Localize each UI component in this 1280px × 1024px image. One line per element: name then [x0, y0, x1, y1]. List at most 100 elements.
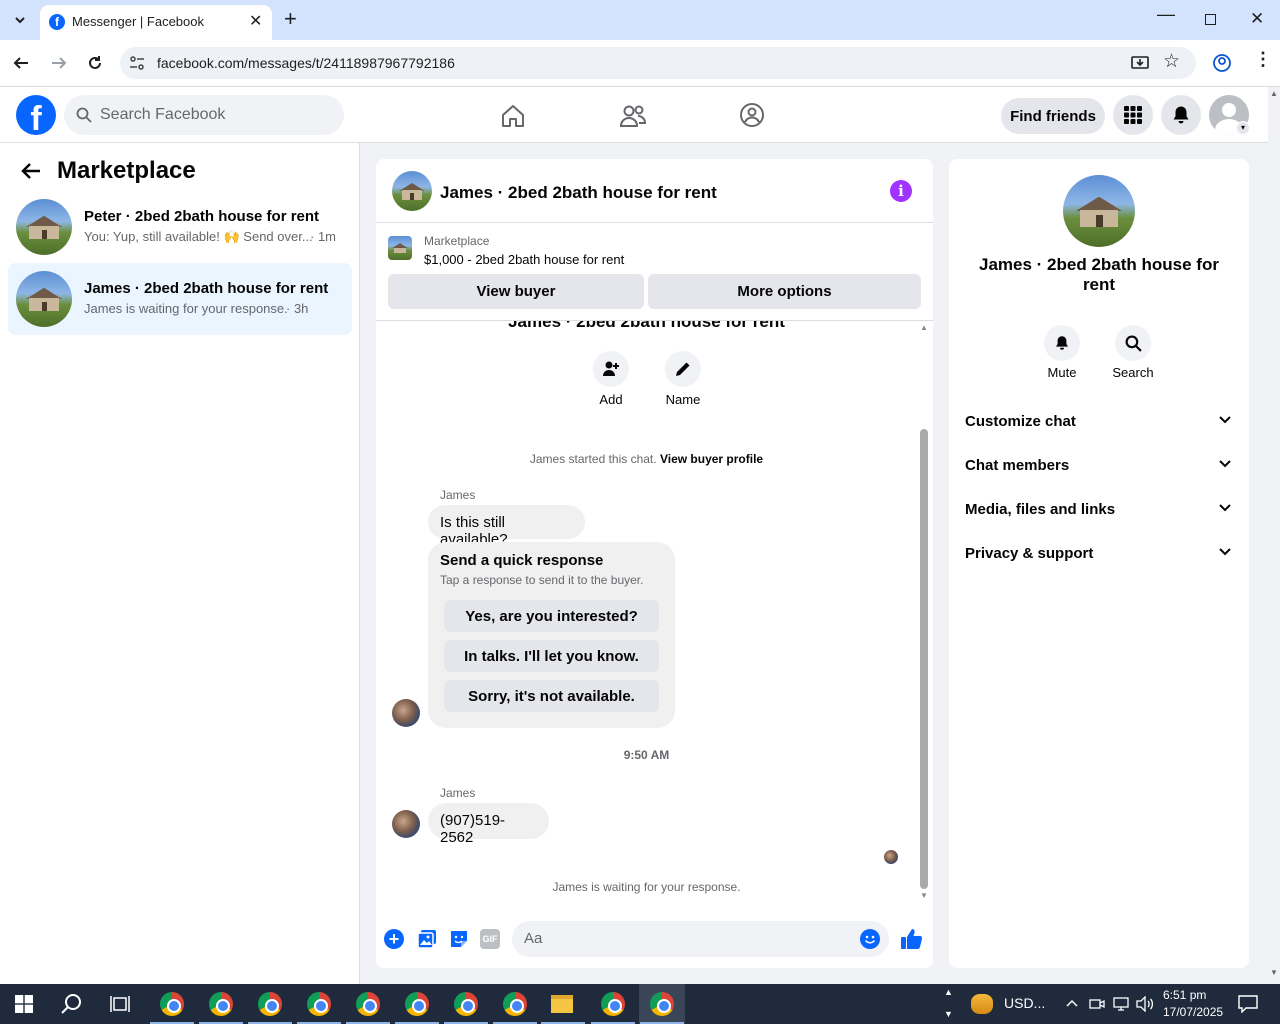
bookmark-star-icon[interactable]: ☆: [1163, 50, 1180, 73]
scrollbar-thumb[interactable]: [920, 429, 928, 889]
notifications-button[interactable]: [1161, 95, 1201, 135]
scroll-up-icon[interactable]: ▲: [920, 323, 928, 332]
windows-start-icon[interactable]: [15, 995, 33, 1013]
message-bubble[interactable]: Is this still available?: [428, 505, 585, 548]
chat-title[interactable]: James · 2bed 2bath house for rent: [440, 183, 717, 203]
taskbar-scroll-down-icon[interactable]: ▼: [944, 1009, 953, 1019]
forward-arrow-icon[interactable]: [50, 54, 68, 72]
chat-avatar[interactable]: [392, 171, 432, 211]
section-customize-chat[interactable]: Customize chat: [965, 407, 1233, 435]
account-chevron-icon[interactable]: ▾: [1236, 121, 1250, 135]
details-avatar[interactable]: [1063, 175, 1135, 247]
task-view-icon[interactable]: [110, 995, 130, 1013]
photo-icon[interactable]: [416, 928, 438, 950]
file-explorer-icon[interactable]: [551, 995, 573, 1013]
chrome-taskbar-icon[interactable]: [601, 992, 625, 1016]
omnibox[interactable]: facebook.com/messages/t/2411898796779218…: [120, 47, 1196, 79]
section-media-files-links[interactable]: Media, files and links: [965, 495, 1233, 523]
sender-avatar[interactable]: [392, 810, 420, 838]
currency-widget-icon[interactable]: [971, 994, 993, 1014]
search-icon: [1125, 335, 1142, 352]
find-friends-button[interactable]: Find friends: [1001, 98, 1105, 134]
scroll-up-icon[interactable]: ▲: [1270, 89, 1278, 98]
pencil-icon: [676, 362, 690, 376]
sticker-icon[interactable]: [448, 928, 470, 950]
currency-widget-text[interactable]: USD...: [1004, 995, 1045, 1011]
network-icon[interactable]: [1112, 996, 1130, 1012]
restore-button[interactable]: [1205, 14, 1216, 25]
site-info-icon[interactable]: [129, 55, 145, 71]
info-icon[interactable]: i: [890, 180, 912, 202]
like-thumb-icon[interactable]: [899, 927, 923, 951]
listing-thumbnail[interactable]: [388, 236, 412, 260]
page-scrollbar[interactable]: ▲ ▼: [1268, 87, 1280, 984]
install-app-icon[interactable]: [1131, 54, 1149, 72]
emoji-icon[interactable]: [860, 929, 880, 949]
back-arrow-icon[interactable]: [12, 54, 30, 72]
message-input-placeholder: Aa: [524, 930, 543, 947]
conversation-item[interactable]: Peter · 2bed 2bath house for rent You: Y…: [8, 191, 352, 263]
meet-now-icon[interactable]: [1089, 996, 1105, 1012]
chat-scrollbar[interactable]: ▲ ▼: [917, 321, 931, 901]
name-button[interactable]: [665, 351, 701, 387]
menu-grid-button[interactable]: [1113, 95, 1153, 135]
chrome-taskbar-icon[interactable]: [160, 992, 184, 1016]
chrome-taskbar-icon[interactable]: [503, 992, 527, 1016]
search-facebook-input[interactable]: Search Facebook: [64, 95, 344, 135]
new-tab-button[interactable]: +: [284, 6, 297, 32]
mute-button[interactable]: [1044, 325, 1080, 361]
clock-date[interactable]: 17/07/2025: [1163, 1005, 1223, 1019]
home-icon[interactable]: [500, 103, 526, 129]
reload-icon[interactable]: [86, 54, 104, 72]
chat-panel: James · 2bed 2bath house for rent i Mark…: [376, 159, 933, 968]
listing-label: Marketplace: [424, 234, 490, 248]
chrome-taskbar-icon[interactable]: [307, 992, 331, 1016]
groups-icon[interactable]: [739, 102, 765, 128]
quick-response-option[interactable]: In talks. I'll let you know.: [444, 640, 659, 672]
taskbar-search-icon[interactable]: [61, 993, 83, 1015]
tray-chevron-up-icon[interactable]: [1066, 998, 1078, 1008]
search-action[interactable]: Search: [1108, 325, 1158, 381]
scroll-down-icon[interactable]: ▼: [1270, 968, 1278, 977]
section-chat-members[interactable]: Chat members: [965, 451, 1233, 479]
more-options-button[interactable]: More options: [648, 274, 921, 309]
close-window-button[interactable]: ✕: [1250, 9, 1264, 29]
friends-icon[interactable]: [619, 103, 647, 129]
chrome-taskbar-icon[interactable]: [454, 992, 478, 1016]
search-button[interactable]: [1115, 325, 1151, 361]
add-member-action[interactable]: Add: [586, 351, 636, 411]
gif-icon[interactable]: GIF: [480, 929, 500, 949]
chrome-taskbar-icon[interactable]: [258, 992, 282, 1016]
sender-avatar[interactable]: [392, 699, 420, 727]
quick-response-option-label: In talks. I'll let you know.: [464, 647, 639, 665]
more-actions-plus-icon[interactable]: +: [384, 929, 404, 949]
tab-close-icon[interactable]: ✕: [249, 11, 262, 31]
add-button[interactable]: [593, 351, 629, 387]
chrome-taskbar-icon[interactable]: [209, 992, 233, 1016]
profile-icon[interactable]: [1212, 53, 1232, 73]
conversation-item-selected[interactable]: James · 2bed 2bath house for rent James …: [8, 263, 352, 335]
tab-search-button[interactable]: [8, 8, 32, 32]
chrome-taskbar-icon[interactable]: [356, 992, 380, 1016]
name-action[interactable]: Name: [658, 351, 708, 411]
notification-center-icon[interactable]: [1238, 995, 1258, 1013]
taskbar-scroll-up-icon[interactable]: ▲: [944, 987, 953, 997]
listing-price-title[interactable]: $1,000 - 2bed 2bath house for rent: [424, 252, 624, 267]
quick-response-option[interactable]: Sorry, it's not available.: [444, 680, 659, 712]
chrome-taskbar-icon[interactable]: [405, 992, 429, 1016]
message-input[interactable]: Aa: [512, 921, 889, 957]
volume-icon[interactable]: [1136, 996, 1154, 1012]
back-arrow-icon[interactable]: [20, 161, 42, 181]
browser-menu-icon[interactable]: ⋮: [1254, 49, 1272, 70]
view-buyer-profile-link[interactable]: View buyer profile: [660, 452, 763, 466]
minimize-button[interactable]: —: [1157, 4, 1175, 25]
chrome-taskbar-icon-active[interactable]: [650, 992, 674, 1016]
facebook-logo-icon[interactable]: f: [16, 95, 56, 135]
section-privacy-support[interactable]: Privacy & support: [965, 539, 1233, 567]
scroll-down-icon[interactable]: ▼: [920, 891, 928, 900]
message-bubble[interactable]: (907)519-2562: [428, 803, 549, 846]
view-buyer-button[interactable]: View buyer: [388, 274, 644, 309]
browser-tab[interactable]: f Messenger | Facebook ✕: [40, 5, 272, 40]
quick-response-option[interactable]: Yes, are you interested?: [444, 600, 659, 632]
mute-action[interactable]: Mute: [1037, 325, 1087, 381]
